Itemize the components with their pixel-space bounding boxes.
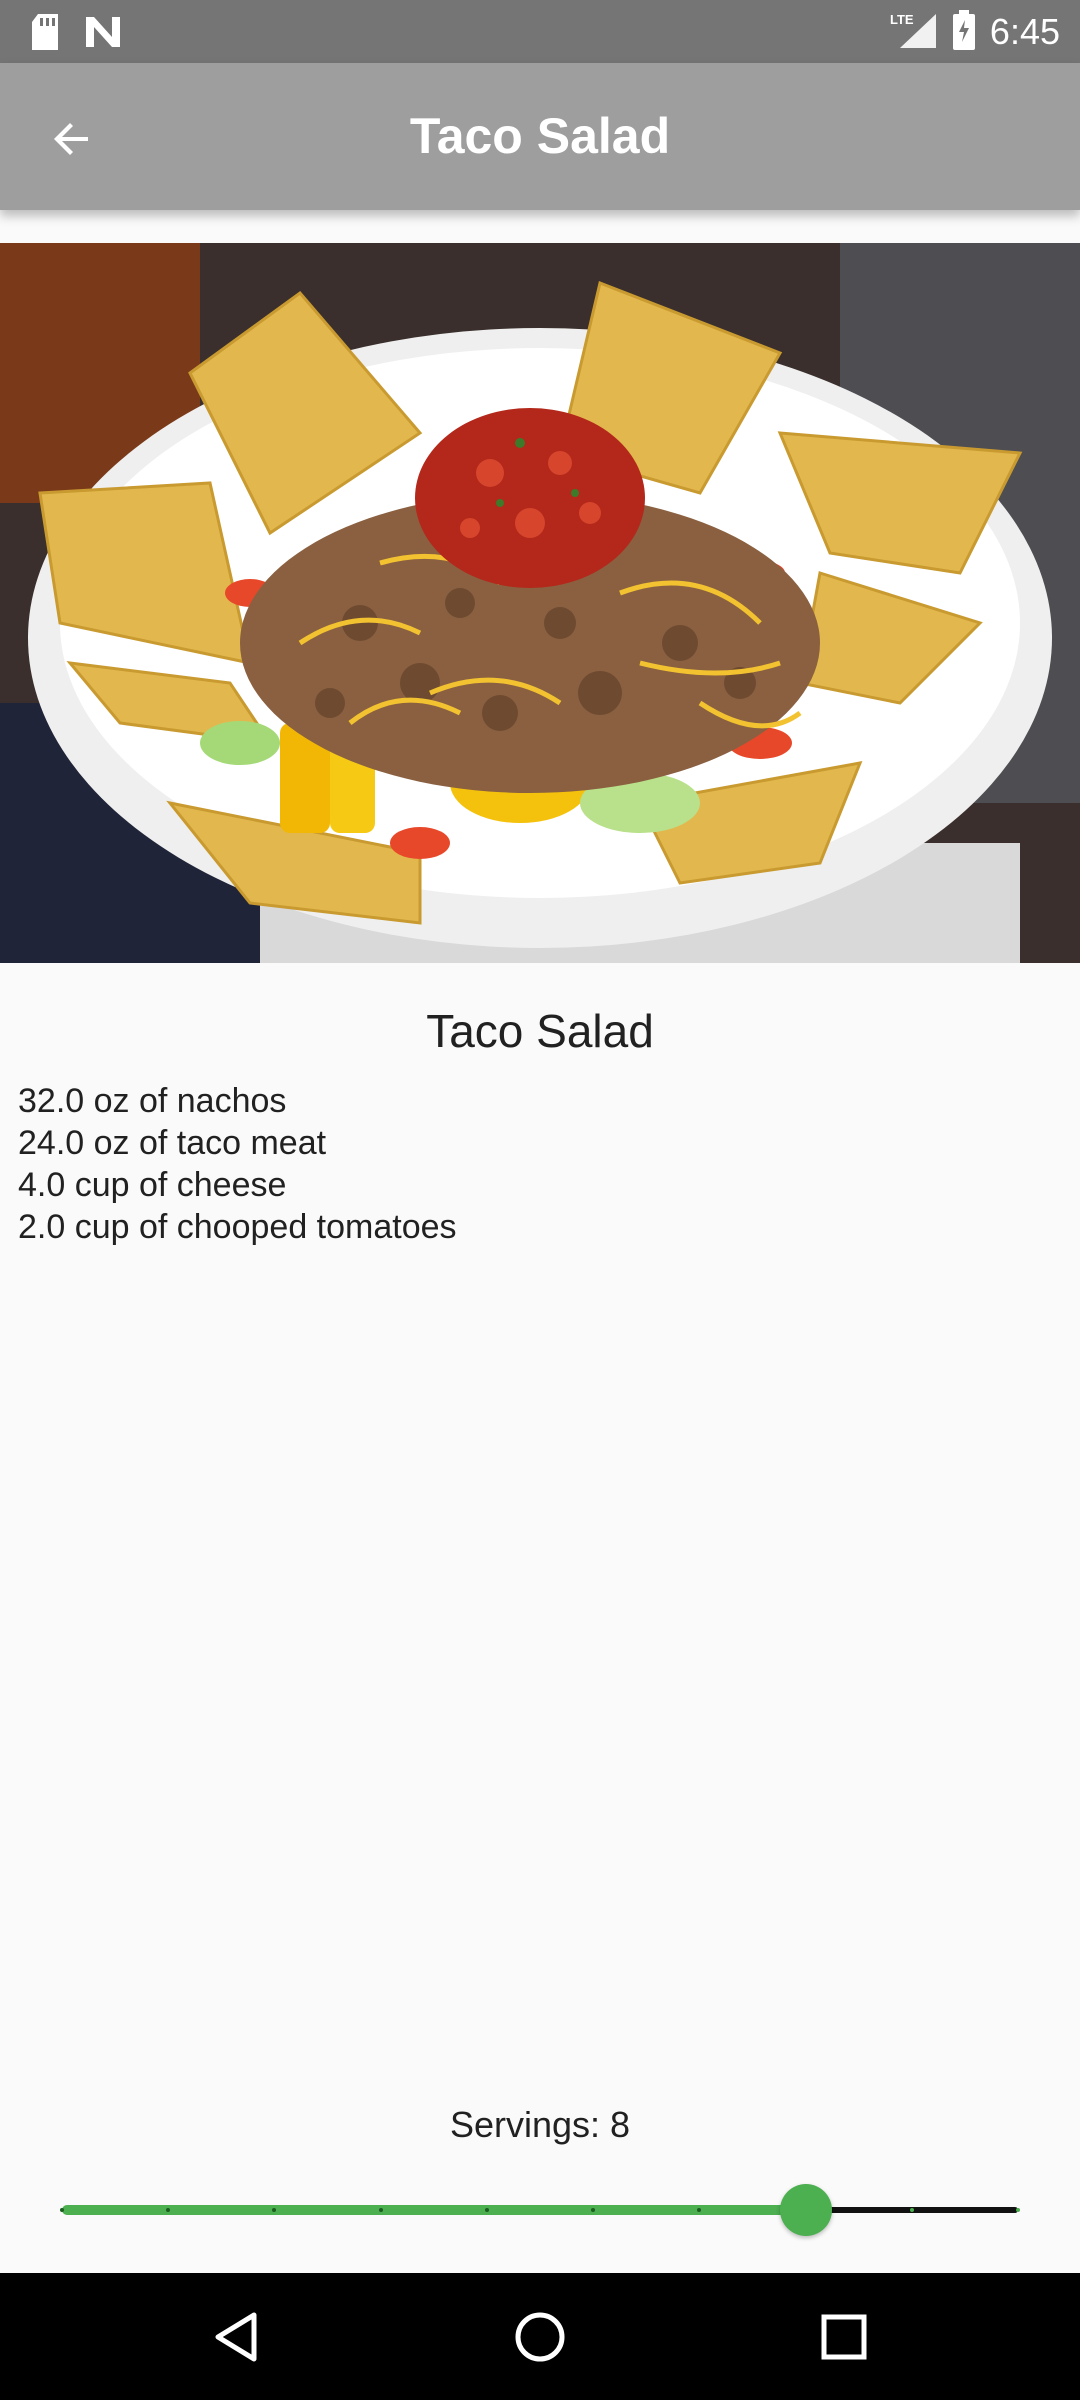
ingredient-item: 24.0 oz of taco meat [18, 1124, 327, 1162]
ingredient-item: 32.0 oz of nachos [18, 1082, 287, 1120]
slider-tick [378, 2208, 383, 2212]
status-bar: LTE 6:45 [0, 0, 1080, 63]
battery-icon [952, 9, 976, 55]
lte-signal-icon: LTE [890, 10, 938, 55]
ingredient-list: 32.0 oz of nachos 24.0 oz of taco meat 4… [18, 1080, 457, 1248]
slider-tick [909, 2208, 914, 2212]
nav-recents-button[interactable] [808, 2301, 880, 2373]
status-time: 6:45 [989, 11, 1060, 52]
home-circle-icon [515, 2312, 565, 2362]
ingredient-item: 2.0 cup of chooped tomatoes [18, 1208, 457, 1246]
ingredient-item: 4.0 cup of cheese [18, 1166, 287, 1204]
nav-home-button[interactable] [504, 2301, 576, 2373]
status-left-icons [30, 14, 122, 55]
nav-back-button[interactable] [200, 2301, 272, 2373]
servings-label: Servings: 8 [449, 2104, 631, 2145]
app-bar: Taco Salad [0, 63, 1080, 210]
arrow-back-icon [54, 123, 88, 155]
system-nav-bar [0, 2273, 1080, 2400]
back-triangle-icon [215, 2312, 257, 2362]
back-button[interactable] [36, 103, 108, 175]
slider-tick [1016, 2208, 1020, 2212]
sd-card-icon [30, 14, 60, 55]
status-right-icons: LTE 6:45 [890, 8, 1060, 56]
slider-tick [60, 2208, 64, 2212]
recipe-image [0, 243, 1080, 963]
recents-square-icon [821, 2314, 867, 2360]
slider-track-active [62, 2205, 806, 2215]
servings-slider[interactable] [60, 2180, 1020, 2240]
recipe-title: Taco Salad [426, 1005, 654, 1057]
n-logo-icon [84, 15, 122, 54]
lte-text: LTE [890, 12, 914, 27]
slider-tick [484, 2208, 489, 2212]
slider-thumb[interactable] [779, 2184, 832, 2236]
page-title: Taco Salad [409, 108, 671, 164]
